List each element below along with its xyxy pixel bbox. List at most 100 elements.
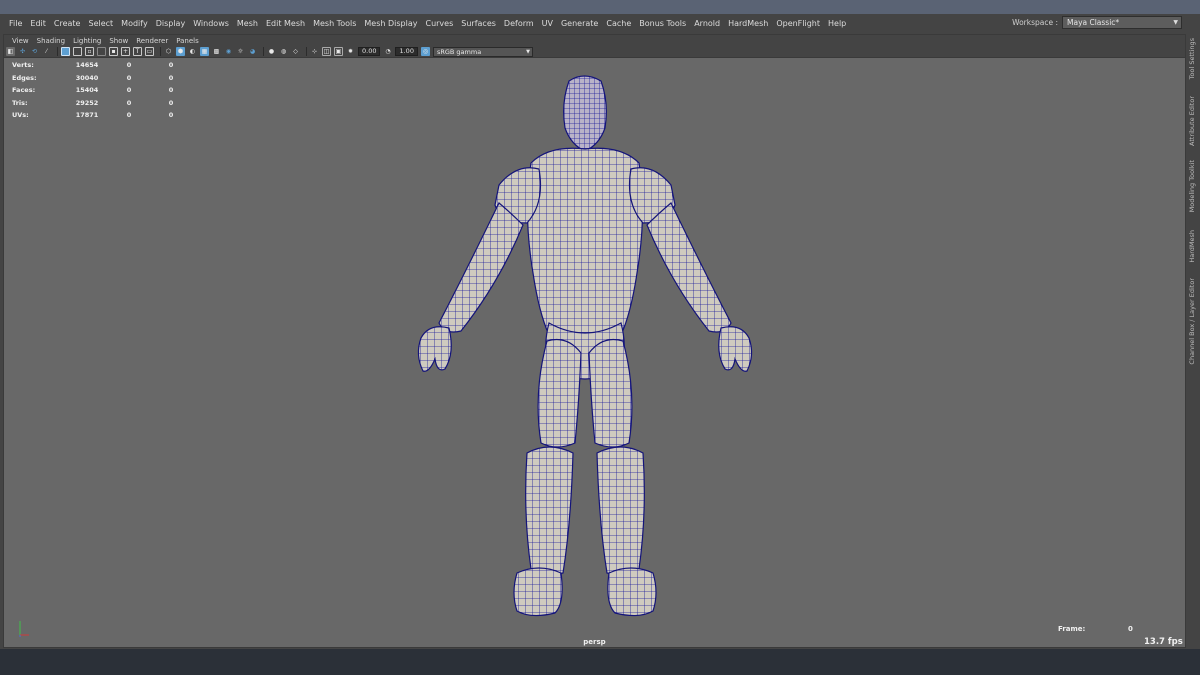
hud-value: 0: [168, 98, 174, 107]
menu-cache[interactable]: Cache: [602, 14, 635, 33]
frame-label: Frame:: [1058, 625, 1086, 633]
hud-value: 0: [126, 111, 132, 120]
tab-channel-box-layer-editor[interactable]: Channel Box / Layer Editor: [1188, 278, 1199, 365]
menu-display[interactable]: Display: [152, 14, 190, 33]
menu-deform[interactable]: Deform: [500, 14, 538, 33]
tab-hardmesh[interactable]: HardMesh: [1188, 230, 1199, 263]
select-camera-icon[interactable]: ◧: [6, 47, 15, 56]
panel-menu-renderer[interactable]: Renderer: [132, 37, 172, 45]
menu-surfaces[interactable]: Surfaces: [457, 14, 500, 33]
exposure-icon[interactable]: ✹: [346, 47, 355, 56]
color-space-dropdown[interactable]: sRGB gamma ▼: [432, 46, 533, 57]
workspace-selector: Workspace : Maya Classic* ▼: [1012, 16, 1182, 29]
hud-value: 17871: [75, 111, 99, 120]
menu-edit-mesh[interactable]: Edit Mesh: [262, 14, 309, 33]
use-all-lights-icon[interactable]: ▩: [212, 47, 221, 56]
safe-action-icon[interactable]: T: [133, 47, 142, 56]
hud-value: 0: [168, 61, 174, 70]
hud-label: Faces:: [12, 86, 36, 95]
chevron-down-icon: ▼: [526, 48, 530, 55]
tab-tool-settings[interactable]: Tool Settings: [1188, 38, 1199, 79]
menu-file[interactable]: File: [5, 14, 26, 33]
textured-icon[interactable]: ▦: [200, 47, 209, 56]
toolbar-divider: [306, 47, 307, 56]
menu-hardmesh[interactable]: HardMesh: [724, 14, 772, 33]
panel-menu-panels[interactable]: Panels: [172, 37, 203, 45]
menu-select[interactable]: Select: [84, 14, 117, 33]
xray-components-icon[interactable]: ▣: [334, 47, 343, 56]
smooth-shade-icon[interactable]: ⬢: [176, 47, 185, 56]
poly-count-hud: Verts: 14654 0 0 Edges: 30040 0 0 Faces:…: [12, 59, 192, 122]
default-material-icon[interactable]: ◐: [188, 47, 197, 56]
tab-attribute-editor[interactable]: Attribute Editor: [1188, 96, 1199, 146]
gamma-icon[interactable]: ◔: [383, 47, 392, 56]
camera-attributes-icon[interactable]: ⟲: [30, 47, 39, 56]
panel-menu-lighting[interactable]: Lighting: [69, 37, 105, 45]
menu-windows[interactable]: Windows: [189, 14, 233, 33]
resolution-gate-icon[interactable]: [97, 47, 106, 56]
maya-window: File Edit Create Select Modify Display W…: [0, 0, 1200, 675]
mesh-right-foot: [607, 567, 657, 617]
bookmarks-icon[interactable]: ⁄: [42, 47, 51, 56]
menu-help[interactable]: Help: [824, 14, 850, 33]
mesh-left-foot: [513, 567, 563, 617]
wireframe-icon[interactable]: ⬡: [164, 47, 173, 56]
menu-modify[interactable]: Modify: [117, 14, 152, 33]
motion-blur-icon[interactable]: ◕: [248, 47, 257, 56]
toolbar-divider: [160, 47, 161, 56]
character-mesh[interactable]: [399, 73, 769, 618]
shadows-icon[interactable]: ◉: [224, 47, 233, 56]
film-gate-icon[interactable]: ▫: [85, 47, 94, 56]
menu-mesh[interactable]: Mesh: [233, 14, 262, 33]
toolbar-divider: [57, 47, 58, 56]
menu-mesh-display[interactable]: Mesh Display: [360, 14, 421, 33]
chevron-down-icon: ▼: [1173, 19, 1178, 26]
tab-modeling-toolkit[interactable]: Modeling Toolkit: [1188, 160, 1199, 212]
isolate-select-icon[interactable]: ◇: [291, 47, 300, 56]
mesh-left-shin: [525, 446, 574, 575]
depth-of-field-icon[interactable]: ◍: [279, 47, 288, 56]
safe-title-icon[interactable]: ▭: [145, 47, 154, 56]
panel-toolbar: ◧ ✣ ⟲ ⁄ ▫ ▪ + T ▭ ⬡ ⬢ ◐ ▦ ▩ ◉ ☼ ◕ ● ◍ ◇: [4, 46, 1185, 58]
gate-mask-icon[interactable]: ▪: [109, 47, 118, 56]
hud-label: Verts:: [12, 61, 34, 70]
hud-value: 14654: [75, 61, 99, 70]
viewport-panel[interactable]: View Shading Lighting Show Renderer Pane…: [3, 34, 1186, 648]
menu-generate[interactable]: Generate: [557, 14, 602, 33]
panel-menu-show[interactable]: Show: [105, 37, 132, 45]
hud-value: 0: [168, 73, 174, 82]
side-tab-strip: Tool Settings Attribute Editor Modeling …: [1187, 34, 1200, 648]
lock-camera-icon[interactable]: ✣: [18, 47, 27, 56]
menu-arnold[interactable]: Arnold: [690, 14, 724, 33]
menu-edit[interactable]: Edit: [26, 14, 50, 33]
hud-row-verts: Verts: 14654 0 0: [12, 59, 192, 72]
fps-readout: 13.7 fps: [1144, 637, 1183, 647]
hud-value: 0: [126, 61, 132, 70]
mesh-right-hand: [718, 326, 753, 372]
color-management-icon[interactable]: ◎: [420, 47, 430, 56]
screen-space-ao-icon[interactable]: ☼: [236, 47, 245, 56]
mesh-right-shin: [596, 446, 645, 575]
menu-mesh-tools[interactable]: Mesh Tools: [309, 14, 360, 33]
xray-icon[interactable]: ⊹: [310, 47, 319, 56]
field-chart-icon[interactable]: +: [121, 47, 130, 56]
title-strip: [0, 0, 1200, 14]
menu-create[interactable]: Create: [50, 14, 85, 33]
hud-value: 0: [168, 86, 174, 95]
gamma-field[interactable]: 1.00: [395, 47, 418, 56]
hud-value: 0: [126, 86, 132, 95]
panel-menu-view[interactable]: View: [8, 37, 33, 45]
image-plane-icon[interactable]: [61, 47, 70, 56]
workspace-dropdown[interactable]: Maya Classic* ▼: [1062, 16, 1182, 29]
menu-bonus-tools[interactable]: Bonus Tools: [635, 14, 690, 33]
anti-aliasing-icon[interactable]: ●: [267, 47, 276, 56]
menu-openflight[interactable]: OpenFlight: [772, 14, 824, 33]
hud-value: 29252: [75, 98, 99, 107]
xray-joints-icon[interactable]: ◫: [322, 47, 331, 56]
panel-menu-shading[interactable]: Shading: [33, 37, 69, 45]
menu-uv[interactable]: UV: [538, 14, 557, 33]
mesh-head: [563, 75, 607, 152]
exposure-field[interactable]: 0.00: [358, 47, 381, 56]
grid-icon[interactable]: [73, 47, 82, 56]
menu-curves[interactable]: Curves: [421, 14, 457, 33]
